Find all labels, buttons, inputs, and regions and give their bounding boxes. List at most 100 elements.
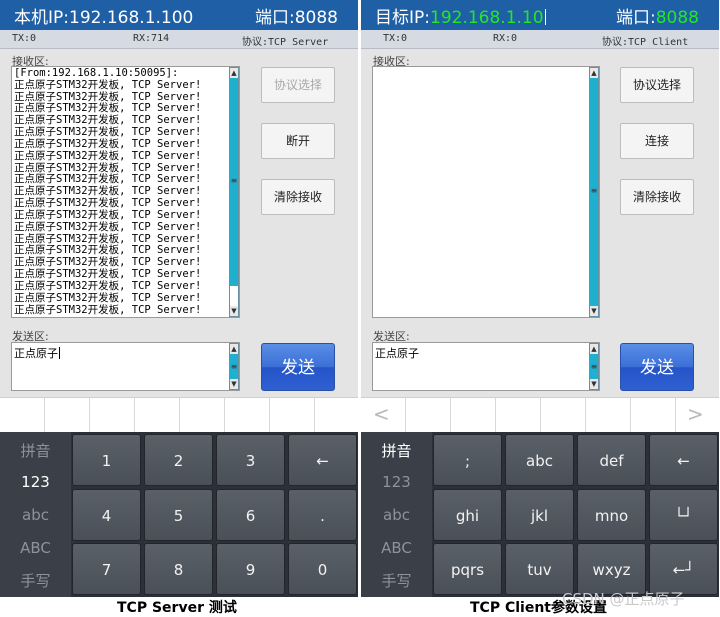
ime-mode-123[interactable]: 123 [361, 473, 432, 491]
key-5[interactable]: 5 [144, 489, 213, 541]
protocol-status: 协议:TCP Server [242, 37, 329, 48]
scroll-down-arrow-icon[interactable]: ▼ [230, 306, 238, 316]
rx-counter: RX:0 [493, 33, 518, 44]
send-textarea[interactable]: 正点原子 ▲ ≡ ▼ [11, 342, 240, 391]
send-scrollbar[interactable]: ▲ ≡ ▼ [229, 343, 239, 390]
receive-line: 正点原子STM32开发板, TCP Server! [14, 78, 202, 91]
receive-scrollbar[interactable]: ▲ ≡ ▼ [229, 67, 239, 317]
ime-mode-pinyin[interactable]: 拼音 [361, 440, 432, 461]
candidate-cell[interactable] [585, 398, 586, 432]
key-3[interactable]: 3 [216, 434, 285, 486]
scroll-down-arrow-icon[interactable]: ▼ [590, 306, 598, 316]
scroll-up-arrow-icon[interactable]: ▲ [590, 68, 598, 78]
receive-line: 正点原子STM32开发板, TCP Server! [14, 149, 202, 162]
ime-mode-column: 拼音 123 abc ABC 手写 [0, 432, 71, 597]
key-semicolon[interactable]: ; [433, 434, 502, 486]
key-8[interactable]: 8 [144, 543, 213, 595]
key-2[interactable]: 2 [144, 434, 213, 486]
candidate-cell[interactable] [495, 398, 496, 432]
receive-textarea[interactable]: ▲ ≡ ▼ [372, 66, 600, 318]
target-ip-value[interactable]: 192.168.1.10 [430, 8, 544, 28]
local-ip-value[interactable]: 192.168.1.100 [69, 8, 193, 28]
ime-mode-123[interactable]: 123 [0, 473, 71, 491]
candidate-cell[interactable] [675, 398, 676, 432]
candidate-cell[interactable] [134, 398, 135, 432]
scroll-up-arrow-icon[interactable]: ▲ [590, 344, 598, 354]
candidate-cell[interactable] [224, 398, 225, 432]
keyboard: 拼音 123 abc ABC 手写 ; abc def ← ghi jkl mn… [361, 432, 719, 597]
candidate-cell[interactable] [405, 398, 406, 432]
scroll-down-arrow-icon[interactable]: ▼ [230, 379, 238, 389]
candidate-cell[interactable] [450, 398, 451, 432]
keyboard: 拼音 123 abc ABC 手写 1 2 3 ← 4 5 6 . 7 8 9 … [0, 432, 358, 597]
candidate-cell[interactable] [44, 398, 45, 432]
key-mno[interactable]: mno [577, 489, 646, 541]
ime-mode-pinyin[interactable]: 拼音 [0, 440, 71, 461]
ime-mode-abc[interactable]: abc [361, 506, 432, 524]
key-7[interactable]: 7 [72, 543, 141, 595]
send-textarea[interactable]: 正点原子 ▲ ≡ ▼ [372, 342, 600, 391]
candidate-cell[interactable] [314, 398, 315, 432]
port-value[interactable]: 8088 [295, 8, 338, 28]
ime-mode-ABC[interactable]: ABC [0, 539, 71, 557]
port-value[interactable]: 8088 [656, 8, 699, 28]
key-6[interactable]: 6 [216, 489, 285, 541]
ime-mode-ABC[interactable]: ABC [361, 539, 432, 557]
ime-mode-column: 拼音 123 abc ABC 手写 [361, 432, 432, 597]
receive-scrollbar[interactable]: ▲ ≡ ▼ [589, 67, 599, 317]
key-def[interactable]: def [577, 434, 646, 486]
scroll-grip-icon[interactable]: ≡ [590, 362, 598, 371]
status-bar: TX:0 RX:0 协议:TCP Client [361, 30, 719, 49]
connect-button[interactable]: 连接 [620, 123, 694, 159]
receive-line: 正点原子STM32开发板, TCP Server! [14, 303, 202, 316]
scroll-grip-icon[interactable]: ≡ [230, 176, 238, 185]
protocol-select-button[interactable]: 协议选择 [261, 67, 335, 103]
ime-mode-handwriting[interactable]: 手写 [0, 570, 71, 591]
key-dot[interactable]: . [288, 489, 357, 541]
key-1[interactable]: 1 [72, 434, 141, 486]
scroll-grip-icon[interactable]: ≡ [230, 362, 238, 371]
tcp-server-panel: 本机IP:192.168.1.100 端口:8088 TX:0 RX:714 协… [0, 0, 358, 597]
clear-receive-button[interactable]: 清除接收 [620, 179, 694, 215]
key-4[interactable]: 4 [72, 489, 141, 541]
text-cursor [59, 347, 60, 359]
candidate-prev-icon[interactable]: < [373, 402, 390, 426]
space-key[interactable]: └┘ [649, 489, 718, 541]
key-9[interactable]: 9 [216, 543, 285, 595]
backspace-key[interactable]: ← [649, 434, 718, 486]
text-cursor [544, 9, 546, 25]
receive-text: [From:192.168.1.10:50095]: 正点原子STM32开发板, … [14, 67, 202, 316]
send-scrollbar[interactable]: ▲ ≡ ▼ [589, 343, 599, 390]
scroll-down-arrow-icon[interactable]: ▼ [590, 379, 598, 389]
key-ghi[interactable]: ghi [433, 489, 502, 541]
disconnect-button[interactable]: 断开 [261, 123, 335, 159]
ime-mode-handwriting[interactable]: 手写 [361, 570, 432, 591]
candidate-cell[interactable] [269, 398, 270, 432]
send-text: 正点原子 [375, 347, 419, 360]
send-button[interactable]: 发送 [261, 343, 335, 391]
key-abc[interactable]: abc [505, 434, 574, 486]
scroll-up-arrow-icon[interactable]: ▲ [230, 344, 238, 354]
receive-line: 正点原子STM32开发板, TCP Server! [14, 220, 202, 233]
scroll-grip-icon[interactable]: ≡ [590, 186, 598, 195]
candidate-next-icon[interactable]: > [687, 402, 704, 426]
receive-line: 正点原子STM32开发板, TCP Server! [14, 208, 202, 221]
send-button[interactable]: 发送 [620, 343, 694, 391]
candidate-cell[interactable] [630, 398, 631, 432]
tx-counter: TX:0 [383, 33, 408, 44]
scrollbar-track[interactable] [230, 286, 238, 307]
candidate-cell[interactable] [89, 398, 90, 432]
protocol-select-button[interactable]: 协议选择 [620, 67, 694, 103]
scroll-up-arrow-icon[interactable]: ▲ [230, 68, 238, 78]
candidate-cell[interactable] [540, 398, 541, 432]
header-bar: 目标IP:192.168.1.10 端口:8088 [361, 0, 719, 30]
receive-textarea[interactable]: [From:192.168.1.10:50095]: 正点原子STM32开发板, … [11, 66, 240, 318]
key-pqrs[interactable]: pqrs [433, 543, 502, 595]
clear-receive-button[interactable]: 清除接收 [261, 179, 335, 215]
candidate-cell[interactable] [179, 398, 180, 432]
ime-mode-abc[interactable]: abc [0, 506, 71, 524]
key-jkl[interactable]: jkl [505, 489, 574, 541]
receive-line: 正点原子STM32开发板, TCP Server! [14, 279, 202, 292]
key-0[interactable]: 0 [288, 543, 357, 595]
backspace-key[interactable]: ← [288, 434, 357, 486]
